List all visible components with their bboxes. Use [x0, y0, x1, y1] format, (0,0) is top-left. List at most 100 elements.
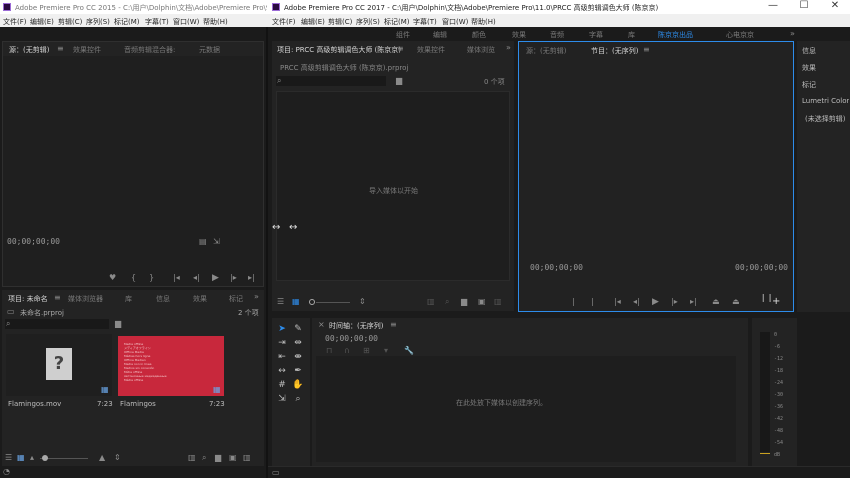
menu-edit[interactable]: 编辑(E) — [301, 17, 325, 27]
close-button[interactable]: ✕ — [820, 0, 850, 11]
maximize-button[interactable]: ☐ — [789, 0, 819, 11]
play-icon[interactable]: ▶ — [652, 298, 659, 307]
nest-icon[interactable]: ⊓ — [326, 347, 332, 355]
rate-stretch-tool-icon[interactable]: ⇤ — [276, 351, 288, 363]
panel-effects[interactable]: 效果 — [802, 63, 816, 73]
project-search-input[interactable]: ⌕ — [276, 76, 386, 86]
timeline-menu-icon[interactable]: ≡ — [390, 321, 397, 329]
tab-markers[interactable]: 标记 — [229, 294, 243, 304]
slide-tool-icon[interactable]: # — [276, 379, 288, 391]
timeline-settings-icon[interactable]: 🔧 — [404, 347, 414, 355]
zoom-out-icon[interactable]: ▴ — [30, 454, 34, 462]
linked-selection-icon[interactable]: ⊞ — [363, 347, 370, 355]
menu-clip[interactable]: 剪辑(C) — [328, 17, 352, 27]
tab-timeline[interactable]: 时间轴：(无序列) — [329, 321, 383, 331]
clear-icon[interactable]: ▥ — [243, 454, 251, 462]
workspace-editing[interactable]: 编辑 — [433, 30, 447, 40]
go-to-out-icon[interactable]: ▸| — [248, 274, 255, 282]
add-marker-icon[interactable]: ▾ — [384, 347, 388, 355]
menu-window[interactable]: 窗口(W) — [173, 17, 199, 27]
automate-to-sequence-icon[interactable]: ▥ — [427, 298, 435, 306]
timeline-drop-area[interactable]: 在此处放下媒体以创建序列。 — [316, 356, 736, 462]
zoom-slider-handle[interactable] — [42, 455, 48, 461]
minimize-button[interactable]: — — [758, 0, 788, 11]
tab-effects[interactable]: 效果 — [193, 294, 207, 304]
fit-icon[interactable]: ⇲ — [213, 238, 220, 246]
menu-title[interactable]: 字幕(T) — [145, 17, 169, 27]
tab-media-browser[interactable]: 媒体浏览 — [467, 45, 495, 55]
new-item-icon[interactable]: ▣ — [229, 454, 237, 462]
selection-tool-icon[interactable]: ➤ — [276, 323, 288, 335]
lift-icon[interactable]: ⏏ — [712, 298, 720, 306]
project-menu-icon[interactable]: ≡ — [397, 45, 404, 53]
go-to-in-icon[interactable]: |◂ — [614, 298, 621, 306]
clear-icon[interactable]: ▥ — [494, 298, 502, 306]
tab-audio-clip-mixer[interactable]: 音频剪辑混合器: — [124, 45, 175, 55]
sort-icon[interactable]: ⇕ — [114, 454, 121, 462]
go-to-out-icon[interactable]: ▸| — [690, 298, 697, 306]
zoom-tool-icon[interactable]: ⌕ — [292, 393, 304, 405]
menu-help[interactable]: 帮助(H) — [203, 17, 228, 27]
clip-thumbnail-media-offline[interactable]: Media offline メディアオフライン Offline Media Mé… — [118, 336, 224, 396]
tab-info[interactable]: 信息 — [156, 294, 170, 304]
menu-help[interactable]: 帮助(H) — [471, 17, 496, 27]
tab-effect-controls[interactable]: 效果控件 — [73, 45, 101, 55]
new-bin-icon[interactable]: ▆ — [115, 320, 121, 328]
safe-margins-icon[interactable]: ▤ — [199, 238, 207, 246]
workspace-overflow-icon[interactable]: » — [790, 30, 795, 38]
tab-program[interactable]: 节目：(无序列) — [591, 46, 638, 56]
menu-clip[interactable]: 剪辑(C) — [58, 17, 82, 27]
icon-view-icon[interactable]: ▦ — [17, 454, 25, 462]
pen-tool-icon[interactable]: ✒ — [292, 365, 304, 377]
track-select-tool-icon[interactable]: ✎ — [292, 323, 304, 335]
workspace-effects[interactable]: 效果 — [512, 30, 526, 40]
step-forward-icon[interactable]: |▸ — [671, 298, 678, 306]
zoom-tool-in-icon[interactable]: ⇲ — [276, 393, 288, 405]
tab-source[interactable]: 源：(无剪辑) — [9, 45, 49, 55]
sort-icon[interactable]: ⇕ — [359, 298, 366, 306]
ripple-edit-tool-icon[interactable]: ⇥ — [276, 337, 288, 349]
workspace-custom-2[interactable]: 心电京京 — [726, 30, 754, 40]
step-back-icon[interactable]: ◂| — [633, 298, 640, 306]
workspace-audio[interactable]: 音频 — [550, 30, 564, 40]
panel-markers[interactable]: 标记 — [802, 80, 816, 90]
menu-window[interactable]: 窗口(W) — [442, 17, 468, 27]
tab-project[interactable]: 项目: 未命名 — [8, 294, 48, 304]
tab-project[interactable]: 项目: PRCC 高级剪辑调色大师 (陈京京) — [277, 45, 401, 55]
slip-tool-icon[interactable]: ↔ — [276, 365, 288, 377]
razor-tool-icon[interactable]: ⇼ — [292, 351, 304, 363]
tab-media-browser[interactable]: 媒体浏览器 — [68, 294, 103, 304]
project-menu-icon[interactable]: ≡ — [54, 294, 61, 302]
panel-info[interactable]: 信息 — [802, 46, 816, 56]
tab-source[interactable]: 源：(无剪辑) — [526, 46, 566, 56]
new-bin-icon[interactable]: ▆ — [396, 77, 402, 85]
zoom-in-icon[interactable]: ▲ — [99, 454, 105, 462]
panel-overflow-icon[interactable]: » — [506, 44, 511, 52]
list-view-icon[interactable]: ☰ — [5, 454, 12, 462]
tab-metadata[interactable]: 元数据 — [199, 45, 220, 55]
extract-icon[interactable]: ⏏ — [732, 298, 740, 306]
workspace-libraries[interactable]: 库 — [628, 30, 635, 40]
menu-edit[interactable]: 编辑(E) — [30, 17, 54, 27]
clip-thumbnail-offline[interactable]: ? ▦ — [6, 334, 112, 396]
automate-to-sequence-icon[interactable]: ▥ — [188, 454, 196, 462]
tab-effect-controls[interactable]: 效果控件 — [417, 45, 445, 55]
project-search-input[interactable]: ⌕ — [5, 319, 109, 329]
new-bin-bottom-icon[interactable]: ▆ — [461, 298, 467, 306]
mark-in-icon[interactable]: { — [131, 274, 136, 282]
mark-in-icon[interactable]: | — [572, 298, 575, 306]
zoom-slider[interactable] — [316, 302, 350, 303]
mark-out-icon[interactable]: | — [591, 298, 594, 306]
menu-sequence[interactable]: 序列(S) — [356, 17, 380, 27]
program-menu-icon[interactable]: ≡ — [643, 46, 650, 54]
marker-icon[interactable]: ♥ — [109, 274, 116, 282]
menu-icon[interactable]: ≡ — [57, 45, 64, 53]
tab-libraries[interactable]: 库 — [125, 294, 132, 304]
project-drop-area[interactable]: 导入媒体以开始 — [276, 91, 510, 281]
add-button-icon[interactable]: + — [772, 297, 780, 307]
zoom-slider-handle[interactable] — [309, 299, 315, 305]
menu-file[interactable]: 文件(F) — [3, 17, 27, 27]
list-view-icon[interactable]: ☰ — [277, 298, 284, 306]
panel-lumetri-color[interactable]: Lumetri Color — [802, 97, 849, 105]
menu-sequence[interactable]: 序列(S) — [86, 17, 110, 27]
